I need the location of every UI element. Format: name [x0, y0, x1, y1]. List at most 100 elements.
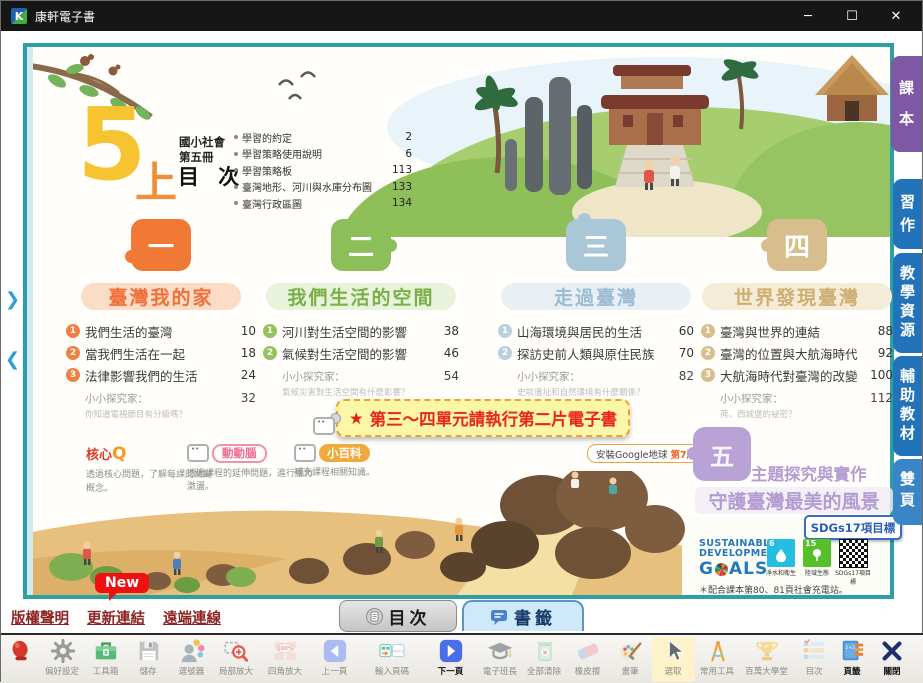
- tree-icon: [810, 548, 824, 562]
- bookmark-bubble-icon: [490, 609, 508, 625]
- explorer-note[interactable]: 小小探究家：54 氣候災害對生活空間有什麼影響？: [263, 369, 459, 398]
- toc-entry[interactable]: 2探訪史前人類與原住民族70: [498, 342, 694, 364]
- qr-code: [839, 539, 868, 568]
- bottom-toolbar: 偏好設定 工具箱 儲存 選號器 局部放大 100% 四角放大 上一頁 menu …: [1, 633, 923, 683]
- unit-4-title: 世界發現臺灣: [702, 283, 892, 310]
- unit-4-column: 四 世界發現臺灣 1臺灣與世界的連結88 2臺灣的位置與大航海時代92 3大航海…: [701, 219, 893, 420]
- toc-tab-button[interactable]: 目次: [339, 600, 457, 632]
- toc-entry[interactable]: 2當我們生活在一起18: [66, 342, 256, 364]
- grade-semester: 上: [135, 149, 177, 210]
- tool-zoom-corners[interactable]: 100% 四角放大: [259, 637, 311, 682]
- hundred-percent-icon: 100%: [272, 638, 298, 664]
- bullet-icon: [234, 135, 238, 139]
- app-logo-icon: K: [11, 8, 27, 24]
- tool-common-tools[interactable]: 常用工具: [695, 637, 740, 682]
- unit-1-puzzle-icon: 一: [131, 219, 191, 271]
- prev-page-icon: [322, 638, 348, 664]
- remote-connection-link[interactable]: 遠端連線: [163, 607, 221, 628]
- item-number-badge: 3: [66, 368, 80, 382]
- tool-page-tabs[interactable]: 2+2 頁籤: [834, 637, 870, 682]
- unit-2-puzzle-icon: 二: [331, 219, 391, 271]
- robot-icon: [313, 417, 335, 435]
- tool-prev-page[interactable]: 上一頁: [311, 637, 359, 682]
- bullet-icon: [234, 152, 238, 156]
- explorer-note[interactable]: 小小探究家：82 史前遺址和自然環境有什麼關係？: [498, 369, 694, 398]
- tool-eraser[interactable]: 橡皮擦: [566, 637, 609, 682]
- sdg-wheel-icon: [715, 563, 728, 576]
- floppy-disk-icon: [136, 638, 162, 664]
- tool-zoom-region[interactable]: 局部放大: [213, 637, 259, 682]
- magnifier-plus-icon: [223, 638, 249, 664]
- tool-clear-all[interactable]: 全部清除: [523, 637, 566, 682]
- sdgs-goals-button[interactable]: SDGs17項目標: [804, 515, 902, 540]
- toc-entry[interactable]: 1河川對生活空間的影響38: [263, 320, 459, 342]
- item-number-badge: 1: [66, 324, 80, 338]
- side-tab-workbook[interactable]: 習作: [893, 179, 922, 249]
- tool-next-page[interactable]: 下一頁: [425, 637, 477, 682]
- item-number-badge: 2: [498, 346, 512, 360]
- tool-stamp[interactable]: [1, 637, 41, 682]
- toc-entry[interactable]: 學習策略板113: [234, 162, 412, 179]
- explorer-note[interactable]: 小小探究家：112 荷、西城堡的祕密？: [701, 391, 893, 420]
- item-number-badge: 2: [263, 346, 277, 360]
- tool-brush[interactable]: 畫筆: [609, 637, 652, 682]
- window-title: 康軒電子書: [35, 8, 95, 25]
- next-page-icon: [438, 638, 464, 664]
- title-bar: K 康軒電子書 ─ ☐ ✕: [1, 1, 922, 31]
- toc-entry[interactable]: 學習策略使用說明6: [234, 146, 412, 163]
- unit-5-puzzle-icon: 五: [693, 427, 751, 481]
- toc-entry[interactable]: 2臺灣的位置與大航海時代92: [701, 342, 893, 364]
- side-tab-teaching-resources[interactable]: 教學資源: [893, 253, 922, 353]
- close-button[interactable]: ✕: [874, 1, 918, 31]
- toolbox-icon: [93, 638, 119, 664]
- toc-entry[interactable]: 1我們生活的臺灣10: [66, 320, 256, 342]
- item-number-badge: 1: [701, 324, 715, 338]
- next-page-arrow[interactable]: ❯: [5, 289, 20, 310]
- item-number-badge: 1: [498, 324, 512, 338]
- bullet-icon: [234, 185, 238, 189]
- bullet-icon: [234, 201, 238, 205]
- side-tab-supplementary-materials[interactable]: 輔助教材: [893, 356, 922, 456]
- toc-entry[interactable]: 1山海環境與居民的生活60: [498, 320, 694, 342]
- toc-entry[interactable]: 3大航海時代對臺灣的改變100: [701, 364, 893, 386]
- tool-e-class-leader[interactable]: 電子班長: [477, 637, 523, 682]
- side-tab-textbook[interactable]: 課本: [891, 56, 922, 152]
- explorer-note[interactable]: 小小探究家：32 你知道電視節目有分級嗎？: [66, 391, 256, 420]
- sdg-goal-6-label: 淨水和衛生: [763, 568, 799, 577]
- footer-links: 版權聲明 更新連結 遠端連線: [11, 607, 221, 628]
- tool-quiz-game[interactable]: 百萬大學堂: [740, 637, 794, 682]
- tool-preferences[interactable]: 偏好設定: [41, 637, 84, 682]
- tool-select[interactable]: 選取: [652, 637, 695, 682]
- tool-save[interactable]: 儲存: [127, 637, 170, 682]
- tool-close[interactable]: 關閉: [870, 637, 914, 682]
- tabbed-book-icon: 2+2: [839, 638, 865, 664]
- item-number-badge: 3: [701, 368, 715, 382]
- tool-toolbox[interactable]: 工具箱: [84, 637, 127, 682]
- compass-icon: [705, 638, 731, 664]
- tool-page-input[interactable]: menu 輸入頁碼: [359, 637, 425, 682]
- robot-icon: [294, 444, 316, 462]
- update-links-link[interactable]: 更新連結: [87, 607, 145, 628]
- eraser-icon: [575, 638, 601, 664]
- trophy-icon: [754, 638, 780, 664]
- toc-entry[interactable]: 3法律影響我們的生活24: [66, 364, 256, 386]
- copyright-link[interactable]: 版權聲明: [11, 607, 69, 628]
- svg-text:2+2: 2+2: [845, 645, 855, 651]
- legend-encyclopedia: 小百科 補充課程相關知識。: [294, 442, 434, 481]
- unit-1-title: 臺灣我的家: [81, 283, 241, 310]
- minimize-button[interactable]: ─: [786, 1, 830, 31]
- toc-entry[interactable]: 2氣候對生活空間的影響46: [263, 342, 459, 364]
- svg-text:100%: 100%: [277, 646, 293, 652]
- toc-entry[interactable]: 臺灣地形、河川與水庫分布圖133: [234, 179, 412, 196]
- side-tab-double-page[interactable]: 雙頁: [893, 459, 922, 525]
- maximize-button[interactable]: ☐: [830, 1, 874, 31]
- prev-page-arrow[interactable]: ❮: [5, 349, 20, 370]
- tool-number-picker[interactable]: 選號器: [170, 637, 213, 682]
- toc-entry[interactable]: 學習的約定2: [234, 129, 412, 146]
- unit-5-subtitle: 守護臺灣最美的風景: [695, 487, 893, 514]
- window-controls: ─ ☐ ✕: [786, 1, 918, 31]
- toc-entry[interactable]: 1臺灣與世界的連結88: [701, 320, 893, 342]
- tool-toc[interactable]: 目次: [794, 637, 834, 682]
- toc-entry[interactable]: 臺灣行政區圖134: [234, 195, 412, 212]
- bookmark-tab-button[interactable]: 書籤: [462, 600, 584, 631]
